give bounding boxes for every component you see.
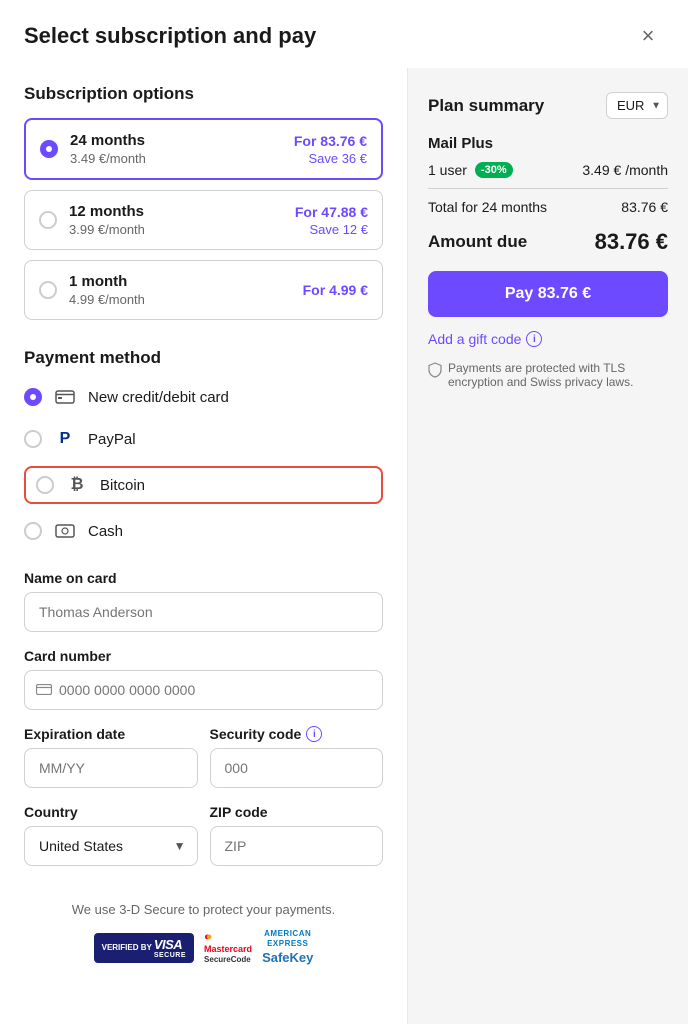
modal: Select subscription and pay × Subscripti… xyxy=(0,0,688,1024)
radio-credit-card xyxy=(24,388,42,406)
subscription-option-12months[interactable]: 12 months 3.99 €/month For 47.88 € Save … xyxy=(24,190,383,250)
sub-total-12months: For 47.88 € xyxy=(295,204,368,220)
payment-option-paypal[interactable]: P PayPal xyxy=(24,424,383,454)
cash-label: Cash xyxy=(88,523,123,540)
bitcoin-icon: ₿ xyxy=(66,474,88,496)
security-code-label: Security code i xyxy=(210,726,384,742)
currency-select[interactable]: EUR USD GBP xyxy=(606,92,668,119)
plan-price-per-month: 3.49 € /month xyxy=(582,162,668,178)
credit-card-label: New credit/debit card xyxy=(88,389,229,406)
credit-card-icon xyxy=(54,386,76,408)
subscription-option-24months[interactable]: 24 months 3.49 €/month For 83.76 € Save … xyxy=(24,118,383,180)
name-on-card-input[interactable] xyxy=(24,592,383,632)
pay-button[interactable]: Pay 83.76 € xyxy=(428,271,668,317)
plan-divider xyxy=(428,188,668,189)
bitcoin-label: Bitcoin xyxy=(100,477,145,494)
tls-note: Payments are protected with TLS encrypti… xyxy=(428,361,668,389)
plan-summary-header: Plan summary EUR USD GBP ▼ xyxy=(428,92,668,119)
sub-monthly-24months: 3.49 €/month xyxy=(70,151,282,166)
sub-monthly-1month: 4.99 €/month xyxy=(69,292,291,307)
3d-secure-note: We use 3-D Secure to protect your paymen… xyxy=(24,902,383,917)
country-group: Country United States United Kingdom Ger… xyxy=(24,804,198,882)
tls-note-text: Payments are protected with TLS encrypti… xyxy=(448,361,668,389)
expiry-input[interactable] xyxy=(24,748,198,788)
expiry-label: Expiration date xyxy=(24,726,198,742)
card-logos: VERIFIED BY VISA SECURE ● ● Mastercard S… xyxy=(24,929,383,967)
expiry-security-row: Expiration date Security code i xyxy=(24,726,383,804)
payment-methods: New credit/debit card P PayPal ₿ Bitcoin xyxy=(24,382,383,546)
payment-section-title: Payment method xyxy=(24,348,383,368)
modal-title: Select subscription and pay xyxy=(24,23,316,49)
amount-due-section: Amount due 83.76 € xyxy=(428,229,668,255)
cash-icon xyxy=(54,520,76,542)
mastercard-logo: ● ● Mastercard SecureCode xyxy=(204,931,252,965)
name-on-card-group: Name on card xyxy=(24,570,383,632)
country-label: Country xyxy=(24,804,198,820)
radio-24months xyxy=(40,140,58,158)
plan-summary-title: Plan summary xyxy=(428,96,544,116)
paypal-icon: P xyxy=(54,428,76,450)
amount-due-value: 83.76 € xyxy=(595,229,668,255)
discount-badge: -30% xyxy=(475,162,513,178)
gift-info-icon[interactable]: i xyxy=(526,331,542,347)
shield-icon xyxy=(428,362,442,381)
payment-option-credit-card[interactable]: New credit/debit card xyxy=(24,382,383,412)
zip-input[interactable] xyxy=(210,826,384,866)
card-number-group: Card number xyxy=(24,648,383,710)
security-code-input[interactable] xyxy=(210,748,384,788)
amex-logo: AMERICAN EXPRESS SafeKey xyxy=(262,929,313,967)
sub-total-1month: For 4.99 € xyxy=(303,282,368,298)
plan-users-label: 1 user xyxy=(428,162,467,178)
payment-option-bitcoin[interactable]: ₿ Bitcoin xyxy=(24,466,383,504)
sub-name-12months: 12 months xyxy=(69,203,283,220)
plan-total-value: 83.76 € xyxy=(621,199,668,215)
card-number-input[interactable] xyxy=(24,670,383,710)
subscription-options: 24 months 3.49 €/month For 83.76 € Save … xyxy=(24,118,383,320)
country-select-wrapper: United States United Kingdom Germany Fra… xyxy=(24,826,198,866)
sub-save-24months: Save 36 € xyxy=(294,151,367,166)
security-group: Security code i xyxy=(210,726,384,804)
sub-save-12months: Save 12 € xyxy=(295,222,368,237)
left-panel: Subscription options 24 months 3.49 €/mo… xyxy=(0,68,408,1024)
card-number-label: Card number xyxy=(24,648,383,664)
plan-users-row: 1 user -30% 3.49 € /month xyxy=(428,162,668,178)
payment-option-cash[interactable]: Cash xyxy=(24,516,383,546)
gift-code-label: Add a gift code xyxy=(428,331,521,347)
radio-paypal xyxy=(24,430,42,448)
country-select[interactable]: United States United Kingdom Germany Fra… xyxy=(24,826,198,866)
plan-total-label: Total for 24 months xyxy=(428,199,547,215)
subscription-section-title: Subscription options xyxy=(24,84,383,104)
sub-total-24months: For 83.76 € xyxy=(294,133,367,149)
sub-monthly-12months: 3.99 €/month xyxy=(69,222,283,237)
radio-1month xyxy=(39,281,57,299)
country-zip-row: Country United States United Kingdom Ger… xyxy=(24,804,383,882)
paypal-label: PayPal xyxy=(88,431,136,448)
card-input-wrapper xyxy=(24,670,383,710)
amount-due-label: Amount due xyxy=(428,232,527,252)
gift-code-link[interactable]: Add a gift code i xyxy=(428,331,542,347)
radio-cash xyxy=(24,522,42,540)
plan-name: Mail Plus xyxy=(428,135,668,152)
radio-bitcoin xyxy=(36,476,54,494)
modal-body: Subscription options 24 months 3.49 €/mo… xyxy=(0,68,688,1024)
close-button[interactable]: × xyxy=(632,20,664,52)
modal-header: Select subscription and pay × xyxy=(0,0,688,68)
sub-name-1month: 1 month xyxy=(69,273,291,290)
zip-group: ZIP code xyxy=(210,804,384,882)
sub-name-24months: 24 months xyxy=(70,132,282,149)
currency-select-wrapper: EUR USD GBP ▼ xyxy=(606,92,668,119)
visa-logo: VERIFIED BY VISA SECURE xyxy=(94,933,194,963)
right-panel: Plan summary EUR USD GBP ▼ Mail Plus 1 u… xyxy=(408,68,688,1024)
card-number-icon xyxy=(36,682,52,698)
radio-12months xyxy=(39,211,57,229)
plan-total-row: Total for 24 months 83.76 € xyxy=(428,199,668,215)
subscription-option-1month[interactable]: 1 month 4.99 €/month For 4.99 € xyxy=(24,260,383,320)
name-on-card-label: Name on card xyxy=(24,570,383,586)
security-info-icon[interactable]: i xyxy=(306,726,322,742)
zip-label: ZIP code xyxy=(210,804,384,820)
expiry-group: Expiration date xyxy=(24,726,198,804)
